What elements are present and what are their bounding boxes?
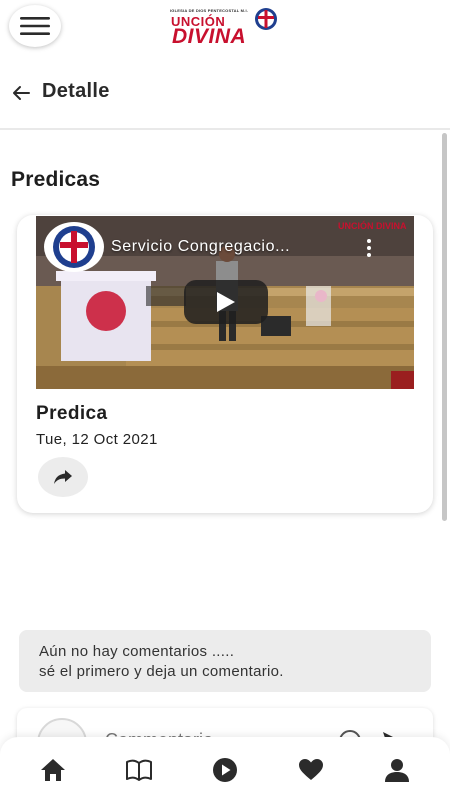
share-icon [54,470,72,484]
menu-button[interactable] [9,5,61,47]
play-button[interactable] [184,280,268,324]
channel-avatar[interactable] [44,222,104,272]
nav-home[interactable] [39,756,67,784]
video-title[interactable]: Servicio Congregacio... [111,238,290,256]
video-player[interactable]: Servicio Congregacio... UNCIÓN DIVINA [36,216,414,389]
heart-icon [299,759,323,780]
sermon-card: Servicio Congregacio... UNCIÓN DIVINA Pr… [17,215,433,513]
logo-text-divina: DIVINA [172,25,247,48]
section-title: Predicas [11,168,101,191]
share-button[interactable] [38,457,88,497]
book-icon [126,759,152,781]
more-options-icon[interactable] [364,238,374,258]
detail-title-bar: Detalle [0,60,450,130]
profile-icon [385,759,409,782]
page-title: Detalle [42,80,110,102]
logo-church-name: IGLESIA DE DIOS PENTECOSTAL M.I. [170,8,249,13]
nav-library[interactable] [125,756,153,784]
play-icon [217,292,235,312]
hamburger-icon [20,17,50,35]
app-logo: IGLESIA DE DIOS PENTECOSTAL M.I. UNCIÓN … [168,6,284,48]
nav-favorites[interactable] [297,756,325,784]
back-arrow-icon[interactable] [10,82,32,104]
play-circle-icon [213,758,237,782]
scrollbar[interactable] [442,133,447,521]
video-watermark: UNCIÓN DIVINA [338,221,407,231]
no-comments-line2: sé el primero y deja un comentario. [39,663,284,680]
post-title: Predica [36,403,108,424]
app-header: IGLESIA DE DIOS PENTECOSTAL M.I. UNCIÓN … [0,0,450,56]
post-date: Tue, 12 Oct 2021 [36,431,158,448]
logo-globe-icon [255,8,277,30]
nav-profile[interactable] [383,756,411,784]
home-icon [41,759,65,781]
bottom-navigation [0,737,450,800]
no-comments-notice: Aún no hay comentarios ..... sé el prime… [19,630,431,692]
nav-videos[interactable] [211,756,239,784]
no-comments-line1: Aún no hay comentarios ..... [39,643,235,660]
channel-logo-icon [53,226,95,268]
